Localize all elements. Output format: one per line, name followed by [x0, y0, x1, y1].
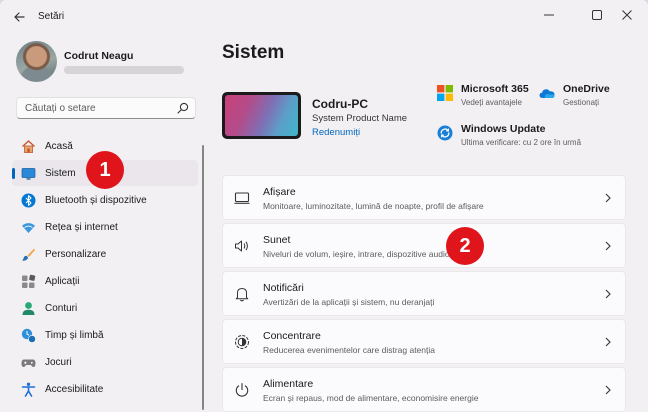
chevron-right-icon	[605, 289, 611, 299]
card-subtitle: Ecran și repaus, mod de alimentare, econ…	[263, 393, 479, 403]
close-button[interactable]	[614, 6, 640, 24]
user-profile[interactable]: Codrut Neagu	[16, 41, 201, 83]
avatar	[16, 41, 57, 82]
brush-icon	[22, 248, 35, 261]
sidebar-item-timp[interactable]: Timp și limbă	[12, 322, 198, 348]
annotation-marker-1: 1	[86, 151, 124, 189]
chevron-right-icon	[605, 385, 611, 395]
maximize-button[interactable]	[584, 6, 610, 24]
minimize-icon	[544, 14, 554, 16]
sidebar-item-label: Aplicații	[45, 276, 80, 287]
speaker-icon	[235, 240, 248, 252]
sidebar-item-personalizare[interactable]: Personalizare	[12, 241, 198, 267]
card-subtitle: Niveluri de volum, ieșire, intrare, disp…	[263, 249, 450, 259]
search-input[interactable]: Căutați o setare	[25, 103, 96, 114]
settings-window: Setări Codrut Neagu Căutați o setare Aca…	[0, 0, 648, 412]
focus-icon	[235, 335, 249, 349]
account-icon	[22, 302, 35, 315]
back-arrow-icon	[14, 12, 25, 22]
accessibility-icon	[21, 382, 36, 397]
back-button[interactable]	[8, 7, 32, 27]
rename-link[interactable]: Redenumiți	[312, 127, 360, 138]
device-name: Codru-PC	[312, 97, 368, 111]
sidebar-item-aplicatii[interactable]: Aplicații	[12, 268, 198, 294]
microsoft365-icon	[437, 85, 453, 101]
sidebar-item-label: Accesibilitate	[45, 384, 104, 395]
sidebar-item-accesibilitate[interactable]: Accesibilitate	[12, 376, 198, 402]
quick-title: Microsoft 365	[461, 83, 529, 95]
sidebar-item-label: Jocuri	[45, 357, 72, 368]
sidebar-item-label: Bluetooth și dispozitive	[45, 195, 147, 206]
system-icon	[21, 168, 36, 180]
gamepad-icon	[21, 359, 36, 367]
sidebar-item-retea[interactable]: Rețea și internet	[12, 214, 198, 240]
card-title: Concentrare	[263, 330, 321, 342]
sidebar-item-label: Acasă	[45, 141, 73, 152]
sidebar-item-label: Rețea și internet	[45, 222, 118, 233]
card-sunet[interactable]: Sunet Niveluri de volum, ieșire, intrare…	[222, 223, 626, 268]
profile-name: Codrut Neagu	[64, 50, 134, 62]
apps-icon	[22, 274, 36, 288]
card-subtitle: Reducerea evenimentelor care distrag ate…	[263, 345, 435, 355]
close-icon	[622, 10, 632, 20]
sidebar-item-label: Timp și limbă	[45, 330, 104, 341]
bell-icon	[235, 288, 249, 302]
quick-windows-update[interactable]: Windows Update Ultima verificare: cu 2 o…	[437, 123, 622, 153]
title-bar: Setări	[0, 0, 648, 32]
quick-subtitle: Vedeți avantajele	[461, 98, 522, 107]
annotation-marker-2: 2	[446, 227, 484, 265]
chevron-right-icon	[605, 241, 611, 251]
sidebar-scrollbar[interactable]	[202, 145, 204, 410]
device-model: System Product Name	[312, 113, 408, 124]
card-alimentare[interactable]: Alimentare Ecran și repaus, mod de alime…	[222, 367, 626, 412]
quick-subtitle: Ultima verificare: cu 2 ore în urmă	[461, 138, 582, 147]
card-title: Alimentare	[263, 378, 314, 390]
sidebar-item-label: Personalizare	[45, 249, 107, 260]
maximize-icon	[592, 10, 602, 20]
card-title: Sunet	[263, 234, 291, 246]
onedrive-icon	[539, 89, 555, 98]
power-icon	[235, 383, 249, 397]
page-title: Sistem	[222, 42, 285, 63]
profile-email-redacted	[64, 66, 184, 74]
wallpaper-preview	[225, 95, 298, 136]
bluetooth-icon	[21, 193, 36, 208]
wifi-icon	[22, 223, 35, 233]
quick-onedrive[interactable]: OneDrive Gestionați	[539, 83, 629, 113]
card-afisare[interactable]: Afișare Monitoare, luminozitate, lumină …	[222, 175, 626, 220]
search-box[interactable]: Căutați o setare	[16, 97, 196, 119]
active-indicator	[12, 168, 15, 179]
minimize-button[interactable]	[536, 6, 562, 24]
quick-subtitle: Gestionați	[563, 98, 600, 107]
card-concentrare[interactable]: Concentrare Reducerea evenimentelor care…	[222, 319, 626, 364]
windows-update-icon	[437, 125, 453, 141]
search-icon	[177, 102, 189, 114]
sidebar-item-label: Sistem	[45, 168, 76, 179]
window-title: Setări	[38, 11, 65, 22]
sidebar-item-bluetooth[interactable]: Bluetooth și dispozitive	[12, 187, 198, 213]
card-title: Notificări	[263, 282, 304, 294]
card-subtitle: Avertizări de la aplicații și sistem, nu…	[263, 297, 435, 307]
quick-title: OneDrive	[563, 83, 610, 95]
display-icon	[234, 192, 250, 204]
quick-title: Windows Update	[461, 123, 546, 135]
card-title: Afișare	[263, 186, 296, 198]
card-subtitle: Monitoare, luminozitate, lumină de noapt…	[263, 201, 484, 211]
card-notificari[interactable]: Notificări Avertizări de la aplicații și…	[222, 271, 626, 316]
sidebar-item-conturi[interactable]: Conturi	[12, 295, 198, 321]
quick-microsoft365[interactable]: Microsoft 365 Vedeți avantajele	[437, 83, 532, 113]
chevron-right-icon	[605, 193, 611, 203]
sidebar-item-label: Conturi	[45, 303, 78, 314]
device-thumbnail	[222, 92, 301, 139]
chevron-right-icon	[605, 337, 611, 347]
home-icon	[22, 140, 35, 153]
time-language-icon	[21, 328, 36, 343]
sidebar-item-jocuri[interactable]: Jocuri	[12, 349, 198, 375]
